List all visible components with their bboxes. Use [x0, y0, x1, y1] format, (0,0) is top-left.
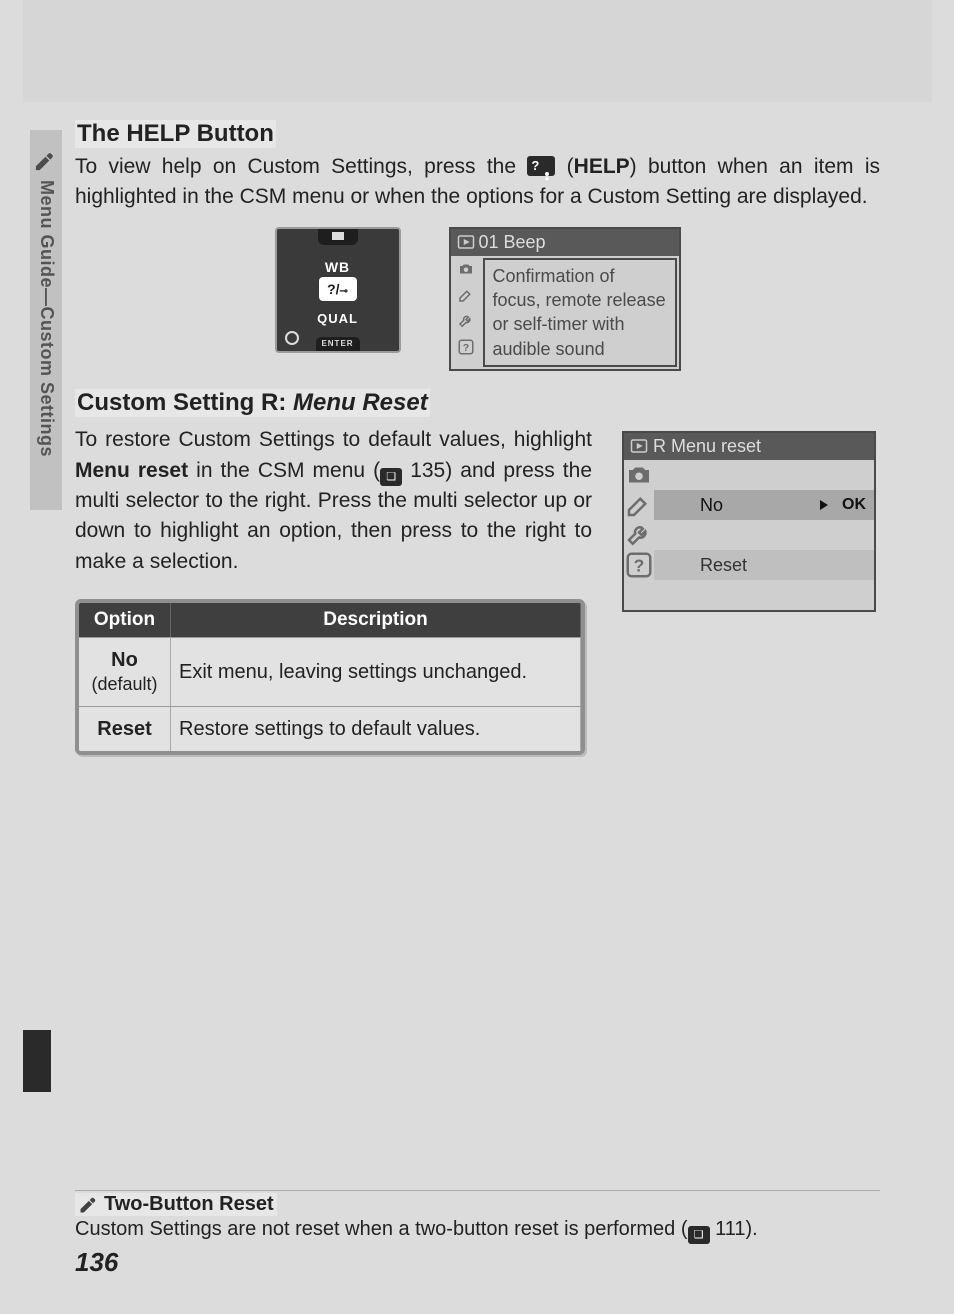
help-key-icon: ?	[527, 156, 555, 176]
play-icon	[630, 437, 648, 455]
text-help-bold: HELP	[574, 155, 630, 178]
table-row: No(default) Exit menu, leaving settings …	[79, 637, 581, 706]
lcd2-title-bar: R Menu reset	[624, 433, 874, 460]
table-cell-desc: Restore settings to default values.	[171, 706, 581, 751]
camera-icon	[451, 256, 481, 282]
text-fragment: Custom Setting R:	[77, 389, 293, 416]
lcd2-cell-text: Reset	[700, 555, 747, 576]
pencil-icon	[451, 282, 481, 308]
camera-enter-label: ENTER	[316, 337, 360, 351]
lcd-icon-strip: ?	[451, 256, 481, 369]
camera-back-illustration: WB ?/⊸ QUAL ENTER	[275, 227, 401, 353]
play-icon	[457, 233, 475, 251]
text-fragment: Custom Settings are not reset when a two…	[75, 1218, 688, 1240]
pencil-icon	[624, 490, 654, 520]
pencil-icon	[33, 150, 56, 178]
lcd-help-text: Confirmation of focus, remote release or…	[483, 258, 677, 367]
lcd2-spacer-row	[654, 580, 874, 610]
black-edge-tab	[23, 1030, 51, 1092]
camera-wb-label: WB	[325, 259, 350, 275]
lcd2-title-text: R Menu reset	[653, 436, 761, 456]
lcd-title-bar: 01 Beep	[451, 229, 679, 256]
lcd2-icon-strip: ?	[624, 460, 654, 610]
lcd2-spacer-row	[654, 520, 874, 550]
camera-icon	[624, 460, 654, 490]
table-cell-option: No(default)	[79, 637, 171, 706]
table-header-description: Description	[171, 603, 581, 637]
manual-page: Menu Guide—Custom Settings The HELP Butt…	[0, 0, 954, 1314]
table-row: Reset Restore settings to default values…	[79, 706, 581, 751]
svg-text:?: ?	[634, 555, 645, 575]
lcd2-ok-text: OK	[842, 496, 866, 514]
lcd2-cell-text: No	[700, 495, 723, 516]
footer-title-text: Two-Button Reset	[104, 1193, 274, 1216]
question-icon: ?	[451, 334, 481, 360]
two-column-split: To restore Custom Settings to default va…	[75, 425, 880, 755]
text-fragment-italic: Menu Reset	[293, 389, 428, 416]
lcd-title-text: 01 Beep	[479, 232, 546, 253]
wrench-icon	[451, 308, 481, 334]
footer-note: Two-Button Reset Custom Settings are not…	[75, 1190, 880, 1244]
lcd-help-screen: 01 Beep ? Confirmation of focus, remote …	[449, 227, 681, 371]
text-fragment: in the CSM menu (	[188, 459, 380, 482]
lcd2-options: No OK Reset	[654, 460, 874, 610]
paragraph-help-button: To view help on Custom Settings, press t…	[75, 152, 880, 213]
footer-note-body: Custom Settings are not reset when a two…	[75, 1216, 880, 1244]
heading-menu-reset: Custom Setting R: Menu Reset	[75, 389, 430, 417]
camera-help-button: ?/⊸	[319, 277, 357, 301]
question-icon: ?	[624, 550, 654, 580]
camera-led-circle	[285, 331, 299, 345]
lcd2-row-no: No OK	[654, 490, 874, 520]
book-ref-icon: ❏	[688, 1226, 710, 1244]
svg-text:?: ?	[462, 342, 468, 354]
text-fragment: To restore Custom Settings to default va…	[75, 428, 592, 451]
wrench-icon	[624, 520, 654, 550]
figures-row: WB ?/⊸ QUAL ENTER 01 Beep ?	[75, 227, 880, 371]
lcd-menu-reset-screen: R Menu reset ? No	[622, 431, 876, 612]
footer-note-title: Two-Button Reset	[75, 1193, 277, 1216]
table-cell-option: Reset	[79, 706, 171, 751]
table-cell-desc: Exit menu, leaving settings unchanged.	[171, 637, 581, 706]
heading-help-button: The HELP Button	[75, 120, 276, 148]
page-number: 136	[75, 1247, 118, 1278]
paragraph-menu-reset: To restore Custom Settings to default va…	[75, 425, 592, 577]
content-area: The HELP Button To view help on Custom S…	[75, 120, 880, 755]
pencil-icon	[78, 1195, 98, 1215]
top-margin-strip	[23, 0, 932, 102]
lcd2-row-reset: Reset	[654, 550, 874, 580]
text-bold-menureset: Menu reset	[75, 459, 188, 482]
table-header-option: Option	[79, 603, 171, 637]
text-fragment: 111).	[710, 1218, 758, 1240]
sidebar-section-label: Menu Guide—Custom Settings	[33, 180, 57, 457]
book-ref-icon: ❏	[380, 468, 402, 486]
lcd2-spacer-row	[654, 460, 874, 490]
text-fragment: To view help on Custom Settings, press t…	[75, 155, 527, 178]
options-table: Option Description No(default) Exit menu…	[75, 599, 585, 755]
triangle-right-icon	[818, 495, 830, 516]
camera-qual-label: QUAL	[317, 311, 358, 326]
camera-viewfinder-top	[318, 229, 358, 245]
